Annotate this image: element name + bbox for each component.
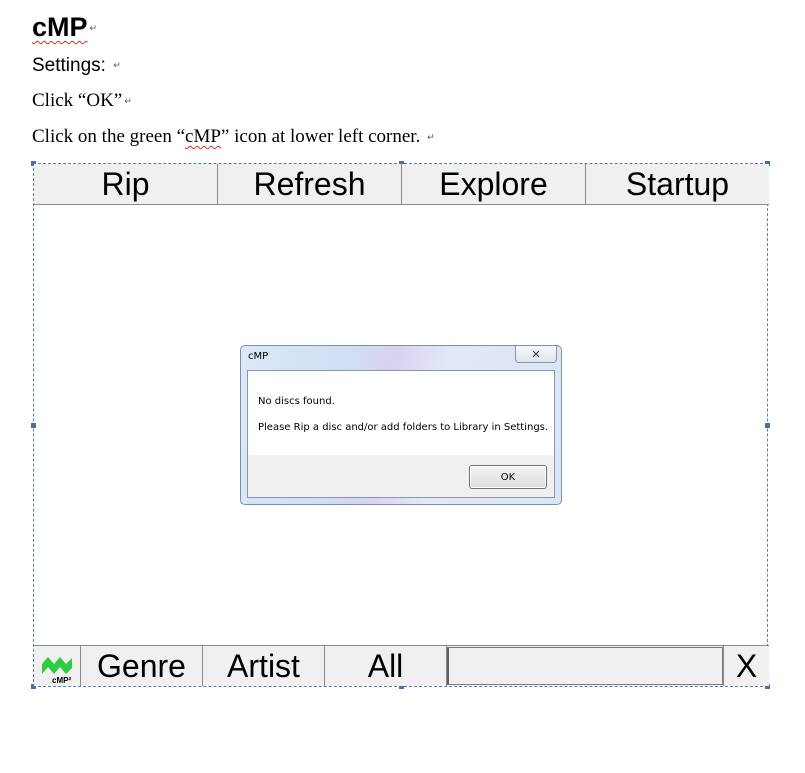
startup-button[interactable]: Startup: [586, 164, 769, 204]
search-input[interactable]: [447, 647, 723, 685]
dialog-body: No discs found. Please Rip a disc and/or…: [247, 370, 555, 498]
dialog-footer: OK: [248, 455, 554, 497]
close-icon[interactable]: ✕: [515, 346, 557, 363]
click-ok-line: Click “OK” ↵: [32, 90, 132, 111]
explore-button[interactable]: Explore: [402, 164, 586, 204]
click-green-icon-line: Click on the green “cMP” icon at lower l…: [32, 126, 435, 147]
paragraph-mark: ↵: [427, 132, 435, 143]
cmp-logo-graphic: cMP²: [42, 657, 72, 685]
cmp-logo-icon[interactable]: cMP²: [34, 646, 81, 686]
dialog-message: No discs found.: [258, 396, 335, 407]
app-screenshot: Rip Refresh Explore Startup cMP ✕ No dis…: [31, 161, 770, 689]
artist-button[interactable]: Artist: [203, 646, 325, 686]
message-dialog: cMP ✕ No discs found. Please Rip a disc …: [240, 345, 562, 505]
genre-button[interactable]: Genre: [81, 646, 203, 686]
ok-button[interactable]: OK: [469, 465, 547, 489]
all-button[interactable]: All: [325, 646, 447, 686]
paragraph-mark: ↵: [113, 60, 121, 71]
paragraph-mark: ↵: [89, 23, 98, 34]
refresh-button[interactable]: Refresh: [218, 164, 402, 204]
dialog-message: Please Rip a disc and/or add folders to …: [258, 422, 549, 433]
settings-line: Settings: ↵: [32, 55, 121, 76]
close-button[interactable]: X: [723, 646, 769, 686]
paragraph-mark: ↵: [124, 96, 132, 107]
top-toolbar: Rip Refresh Explore Startup: [34, 164, 769, 205]
resize-handle[interactable]: [31, 423, 36, 428]
resize-handle[interactable]: [765, 423, 770, 428]
logo-label: cMP²: [52, 676, 71, 685]
bottom-toolbar: cMP² Genre Artist All X: [34, 645, 769, 686]
rip-button[interactable]: Rip: [34, 164, 218, 204]
document-title: cMP ↵: [32, 12, 98, 42]
dialog-title: cMP: [248, 351, 269, 362]
